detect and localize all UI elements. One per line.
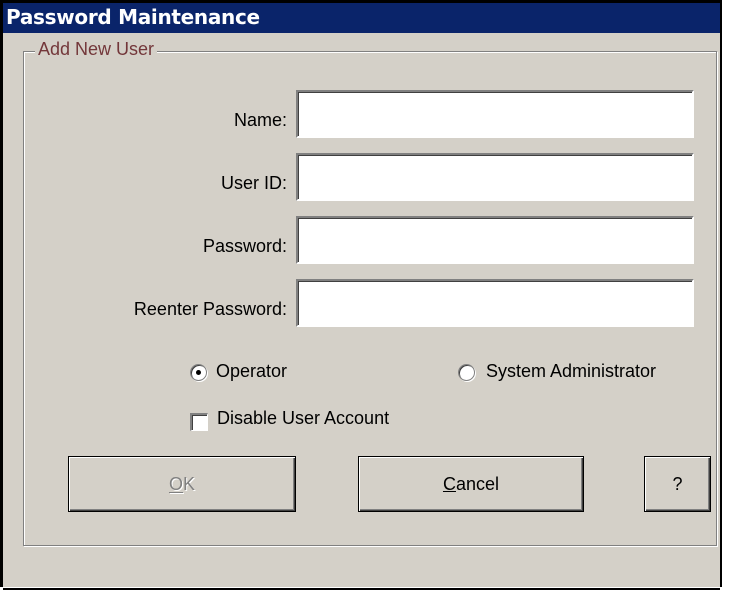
reenter-password-field[interactable] bbox=[296, 279, 694, 327]
disable-user-account-checkbox[interactable] bbox=[190, 413, 208, 431]
ok-button[interactable]: OK bbox=[68, 456, 296, 512]
help-button[interactable]: ? bbox=[644, 456, 711, 512]
password-label: Password: bbox=[202, 236, 287, 256]
user-id-field[interactable] bbox=[296, 153, 694, 201]
title-bar[interactable]: Password Maintenance bbox=[3, 3, 720, 33]
cancel-button-label: Cancel bbox=[442, 473, 500, 494]
window-title: Password Maintenance bbox=[6, 5, 260, 29]
reenter-password-label: Reenter Password: bbox=[133, 299, 287, 319]
disable-user-account-label: Disable User Account bbox=[217, 408, 390, 428]
password-maintenance-window: Password Maintenance Add New User Name: … bbox=[0, 0, 722, 590]
group-legend: Add New User bbox=[35, 39, 158, 60]
system-administrator-radio[interactable] bbox=[458, 364, 475, 381]
password-field[interactable] bbox=[296, 216, 694, 264]
operator-radio[interactable] bbox=[190, 364, 207, 381]
help-button-label: ? bbox=[672, 473, 683, 494]
radio-selected-dot bbox=[196, 370, 201, 375]
cancel-button[interactable]: Cancel bbox=[358, 456, 584, 512]
name-label: Name: bbox=[233, 110, 287, 130]
name-field[interactable] bbox=[296, 90, 694, 138]
operator-label: Operator bbox=[216, 361, 288, 381]
user-id-label: User ID: bbox=[220, 173, 287, 193]
system-administrator-label: System Administrator bbox=[486, 361, 657, 381]
ok-button-label: OK bbox=[168, 473, 196, 494]
